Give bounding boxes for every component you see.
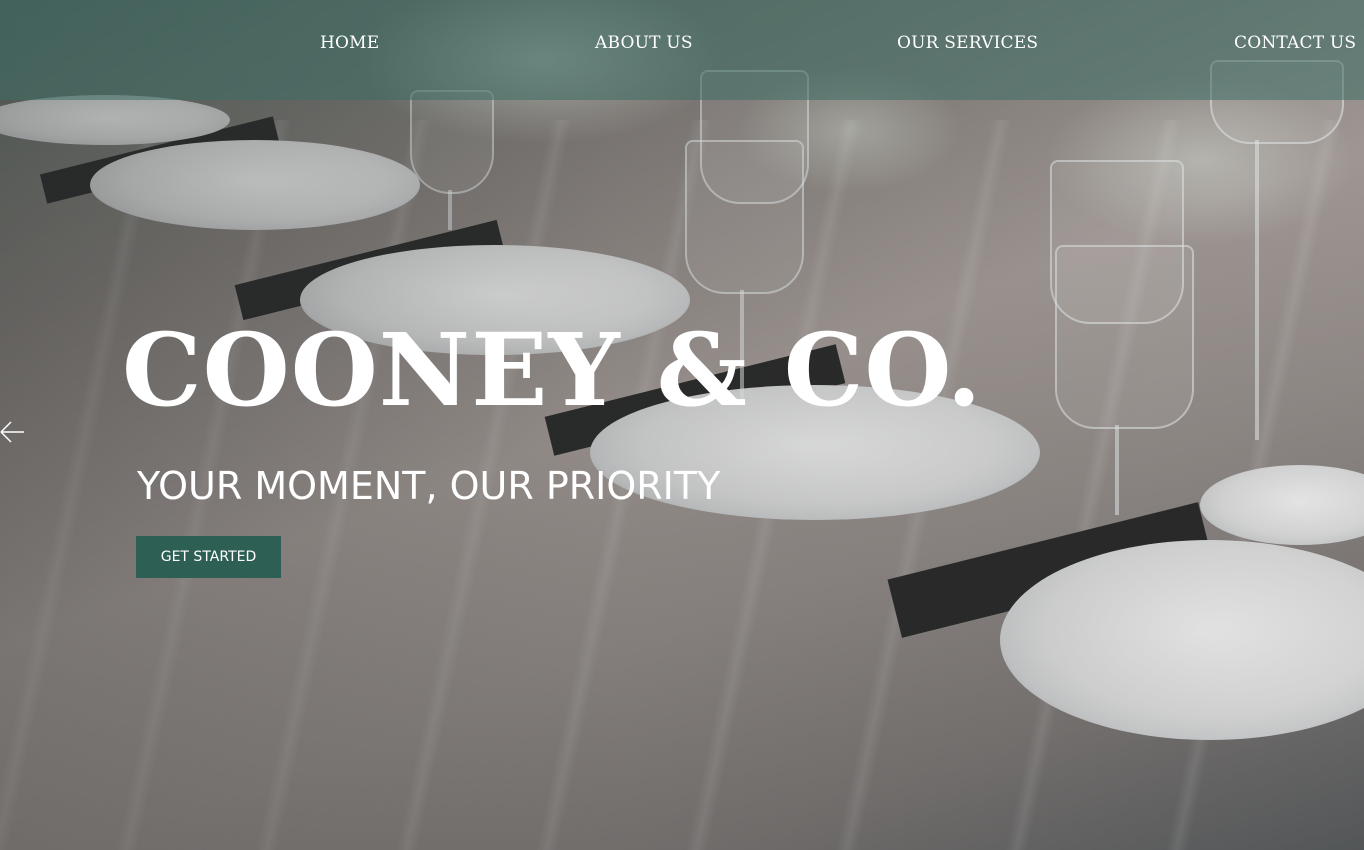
hero-tagline: YOUR MOMENT, OUR PRIORITY: [137, 464, 721, 508]
brand-title: COONEY & CO.: [122, 311, 983, 429]
get-started-button[interactable]: GET STARTED: [136, 536, 281, 578]
top-navigation-bar: HOME ABOUT US OUR SERVICES CONTACT US: [0, 0, 1364, 100]
arrow-left-icon[interactable]: [0, 421, 26, 443]
nav-link-our-services[interactable]: OUR SERVICES: [897, 33, 1038, 53]
nav-link-about-us[interactable]: ABOUT US: [595, 33, 693, 53]
nav-link-home[interactable]: HOME: [320, 33, 379, 53]
nav-link-contact-us[interactable]: CONTACT US: [1234, 33, 1356, 53]
